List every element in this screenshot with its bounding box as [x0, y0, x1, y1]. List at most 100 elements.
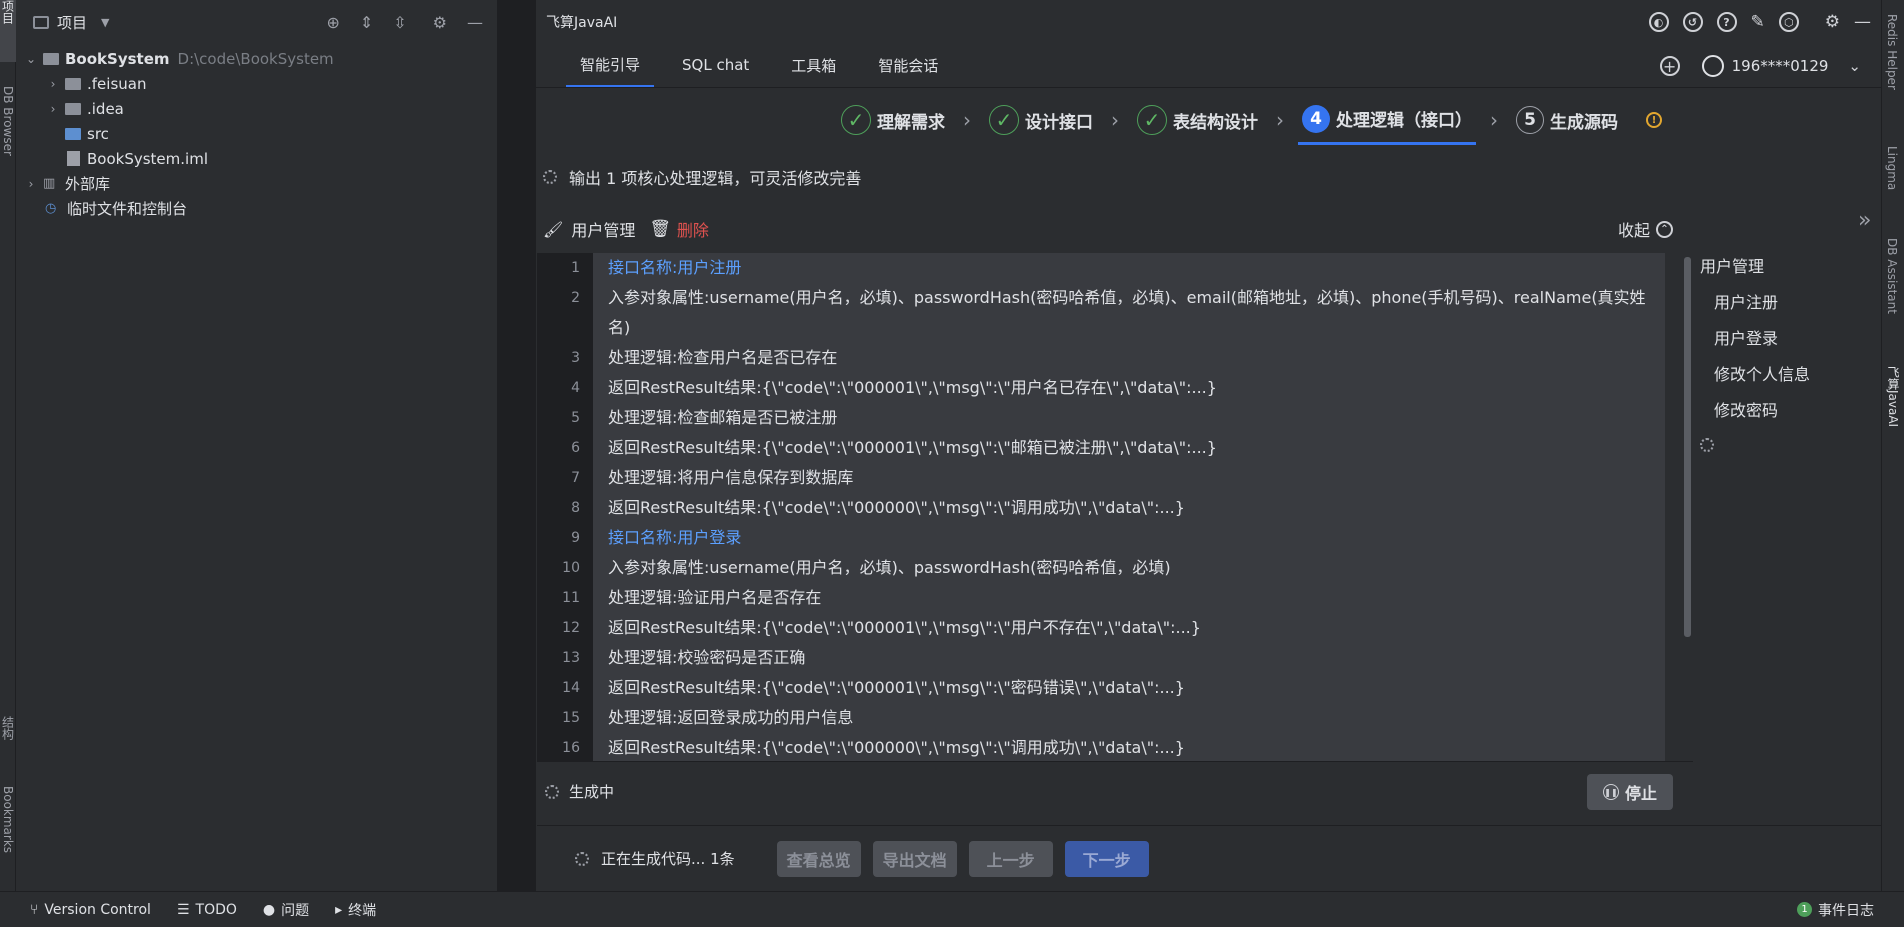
view-overview-button[interactable]: 查看总览 [776, 840, 861, 877]
status-item-label: 事件日志 [1818, 902, 1874, 919]
db-assistant-tool-tab[interactable]: DB Assistant [1885, 238, 1899, 314]
code-line[interactable]: 处理逻辑:检查用户名是否已存在 [608, 343, 1653, 373]
settings-hex-icon[interactable]: ⬡ [1778, 12, 1799, 32]
hide-icon[interactable]: — [467, 13, 483, 32]
tab-smart-guide[interactable]: 智能引导 [566, 43, 655, 87]
tree-item-idea[interactable]: › .idea [17, 96, 495, 121]
javaai-plugin-panel: 飞算JavaAI ◐ ↺ ? ✎ ⬡ ⚙ — 智能引导 SQL chat 工具箱… [535, 0, 1882, 891]
tree-item-feisuan[interactable]: › .feisuan [17, 71, 495, 96]
code-line[interactable]: 返回RestResult结果:{\"code\":\"000000\",\"ms… [608, 493, 1653, 523]
status-item-label: 终端 [348, 902, 377, 919]
code-line[interactable]: 返回RestResult结果:{\"code\":\"000001\",\"ms… [608, 373, 1653, 403]
bookmarks-tool-tab[interactable]: Bookmarks [0, 786, 16, 882]
hide-icon[interactable]: — [1854, 12, 1871, 32]
tab-smart-chat[interactable]: 智能会话 [864, 43, 952, 87]
project-view-selector[interactable]: 项目 ▼ [33, 12, 109, 33]
logic-code-area[interactable]: 接口名称:用户注册 入参对象属性:username(用户名，必填)、passwor… [593, 253, 1665, 761]
collapse-all-icon[interactable]: ⇳ [393, 13, 406, 32]
delete-label: 删除 [676, 221, 709, 240]
structure-tool-tab[interactable]: 结构 [0, 716, 16, 764]
logic-editor[interactable]: 1 2 3 4 5 6 7 8 9 10 11 12 13 14 15 16 接口名称:用户注册 入参对象属性:… [537, 253, 1665, 761]
stop-button[interactable]: ❚❚ 停止 [1587, 774, 1673, 810]
redis-helper-tool-tab[interactable]: Redis Helper [1885, 14, 1899, 90]
javaai-tool-tab[interactable]: 飞算JavaAI [1885, 366, 1902, 427]
project-tool-tab[interactable]: 项目 [0, 0, 16, 62]
problems-tab[interactable]: ● 问题 [263, 900, 309, 920]
outline-item[interactable]: 修改个人信息 [1700, 357, 1870, 393]
gear-icon[interactable]: ⚙ [433, 13, 447, 32]
project-panel-icon [33, 15, 49, 29]
structure-tool-tab-label: 结构 [0, 716, 15, 740]
version-control-tab[interactable]: ⑂ Version Control [30, 902, 151, 918]
chevron-right-icon[interactable]: › [45, 102, 61, 116]
step-label: 生成源码 [1550, 112, 1618, 133]
code-line[interactable]: 处理逻辑:检查邮箱是否已被注册 [608, 403, 1653, 433]
tree-item-src[interactable]: src [17, 121, 495, 146]
export-document-button[interactable]: 导出文档 [872, 840, 957, 877]
terminal-icon: ▸ [335, 901, 343, 918]
editor-scrollbar[interactable] [1684, 257, 1691, 637]
code-line[interactable]: 处理逻辑:验证用户名是否存在 [608, 583, 1653, 613]
code-line[interactable]: 返回RestResult结果:{\"code\":\"000001\",\"ms… [608, 433, 1653, 463]
step-generate-source[interactable]: 5 生成源码 [1512, 95, 1622, 145]
tree-item-external-libraries[interactable]: › ▥ 外部库 [17, 171, 495, 196]
code-line[interactable]: 接口名称:用户登录 [608, 523, 1653, 553]
edit-icon[interactable]: ✎ [1751, 12, 1765, 32]
add-icon[interactable]: + [1659, 56, 1680, 76]
tab-toolbox[interactable]: 工具箱 [777, 43, 850, 87]
help-icon[interactable]: ? [1716, 12, 1737, 32]
chevron-right-icon[interactable]: › [45, 77, 61, 91]
step-understand-requirements[interactable]: ✓ 理解需求 [837, 95, 949, 145]
outline-item[interactable]: 用户登录 [1700, 321, 1870, 357]
status-item-label: Version Control [44, 901, 151, 918]
code-line[interactable]: 返回RestResult结果:{\"code\":\"000001\",\"ms… [608, 673, 1653, 703]
code-line[interactable]: 接口名称:用户注册 [608, 253, 1653, 283]
plugin-title-bar: 飞算JavaAI ◐ ↺ ? ✎ ⬡ ⚙ — [536, 0, 1881, 44]
info-warning-icon[interactable]: ! [1646, 112, 1662, 128]
locate-icon[interactable]: ⊕ [326, 13, 339, 32]
event-log-tab[interactable]: 1 事件日志 [1797, 900, 1874, 920]
step-design-interface[interactable]: ✓ 设计接口 [985, 95, 1097, 145]
code-line[interactable]: 处理逻辑:校验密码是否正确 [608, 643, 1653, 673]
next-step-button[interactable]: 下一步 [1064, 840, 1149, 877]
line-number: 5 [571, 410, 580, 426]
tree-item-scratches[interactable]: ◷ 临时文件和控制台 [17, 196, 495, 221]
lingma-tool-tab[interactable]: Lingma [1885, 146, 1899, 190]
code-line[interactable]: 入参对象属性:username(用户名，必填)、passwordHash(密码哈… [608, 553, 1653, 583]
user-avatar-icon [1701, 55, 1724, 77]
gear-icon[interactable]: ⚙ [1825, 12, 1840, 32]
terminal-tab[interactable]: ▸ 终端 [335, 900, 376, 920]
history-icon[interactable]: ↺ [1682, 12, 1703, 32]
step-processing-logic[interactable]: 4 处理逻辑（接口） [1298, 95, 1476, 145]
outline-item[interactable]: 用户注册 [1700, 285, 1870, 321]
todo-tab[interactable]: ☰ TODO [177, 902, 237, 918]
chevron-right-icon: › [1490, 108, 1498, 132]
code-line[interactable]: 返回RestResult结果:{\"code\":\"000000\",\"ms… [608, 733, 1653, 761]
brain-icon[interactable]: ◐ [1648, 12, 1669, 32]
problems-icon: ● [262, 901, 276, 918]
outline-item[interactable]: 修改密码 [1700, 393, 1870, 429]
db-browser-tool-tab[interactable]: DB Browser [0, 86, 16, 182]
outline-group[interactable]: 用户管理 [1700, 249, 1870, 285]
tree-item-booksystem-iml[interactable]: BookSystem.iml [17, 146, 495, 171]
chevron-down-icon[interactable]: ⌄ [23, 52, 39, 66]
tree-item-label: BookSystem [65, 49, 170, 68]
step-table-design[interactable]: ✓ 表结构设计 [1133, 95, 1262, 145]
code-line[interactable]: 返回RestResult结果:{\"code\":\"000001\",\"ms… [608, 613, 1653, 643]
expand-all-icon[interactable]: ⇕ [360, 13, 373, 32]
code-line[interactable]: 入参对象属性:username(用户名，必填)、passwordHash(密码哈… [608, 283, 1653, 343]
line-number: 6 [571, 440, 580, 456]
chevron-right-icon[interactable]: › [23, 177, 39, 191]
tab-label: 工具箱 [791, 56, 837, 75]
tab-sql-chat[interactable]: SQL chat [668, 43, 763, 87]
collapse-button[interactable]: 收起 ⌃ [1618, 217, 1673, 241]
delete-group-button[interactable]: 🗑 删除 [649, 217, 709, 241]
project-panel-title: 项目 [57, 13, 88, 32]
tree-item-booksystem[interactable]: ⌄ BookSystem D:\code\BookSystem [17, 46, 495, 71]
double-chevron-right-icon[interactable]: » [1858, 208, 1871, 233]
previous-step-button[interactable]: 上一步 [968, 840, 1053, 877]
user-account-menu[interactable]: 196****0129 ⌄ [1701, 55, 1861, 77]
code-line[interactable]: 处理逻辑:返回登录成功的用户信息 [608, 703, 1653, 733]
list-icon: ☰ [176, 901, 190, 918]
code-line[interactable]: 处理逻辑:将用户信息保存到数据库 [608, 463, 1653, 493]
